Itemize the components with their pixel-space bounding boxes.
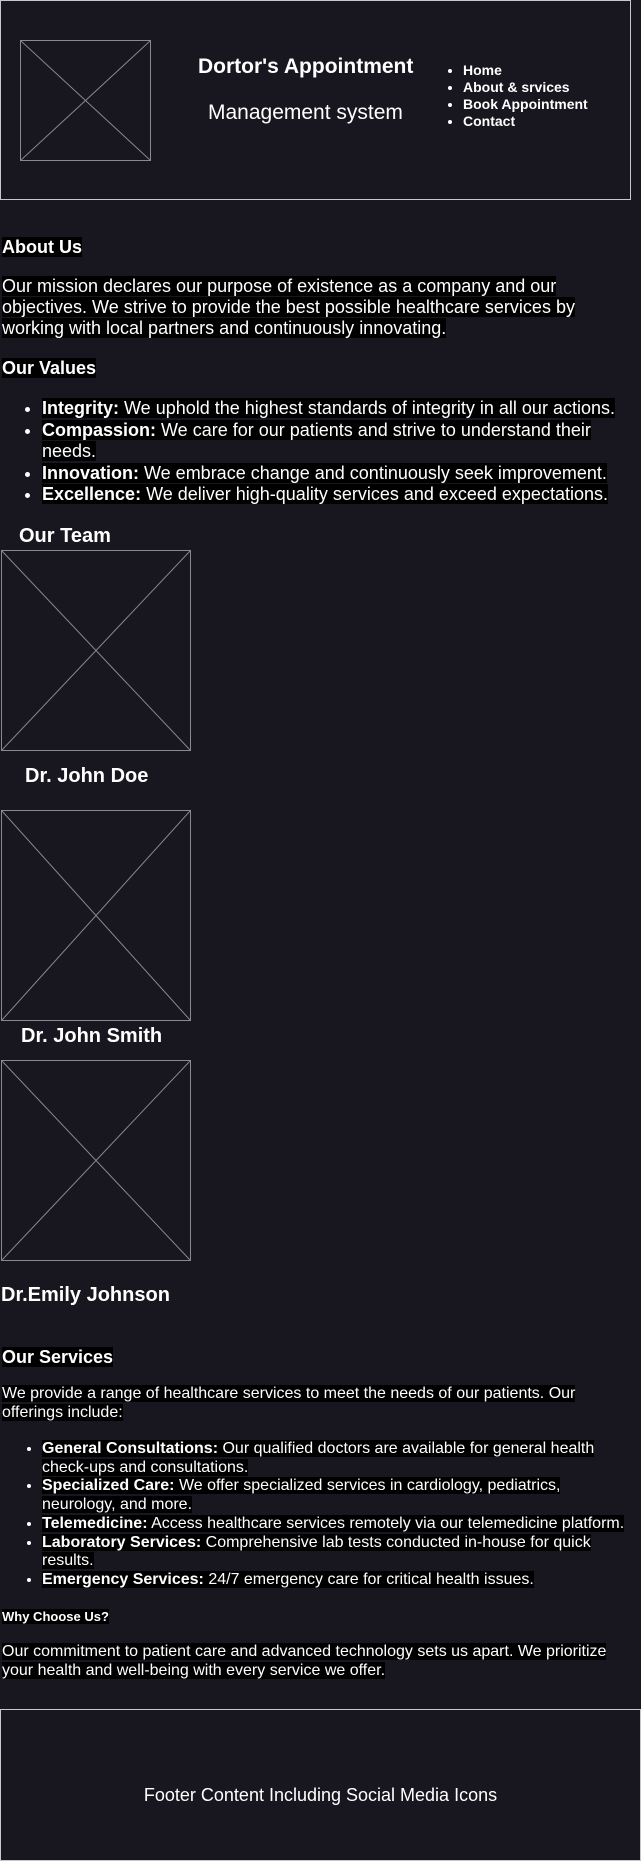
nav-home[interactable]: Home xyxy=(463,62,588,79)
doctor-photo-placeholder xyxy=(1,810,191,1021)
logo-placeholder-image xyxy=(20,40,151,161)
why-text: Our commitment to patient care and advan… xyxy=(2,1643,607,1679)
nav-contact[interactable]: Contact xyxy=(463,113,588,130)
nav-book-appointment[interactable]: Book Appointment xyxy=(463,96,588,113)
doctor-name: Dr. John Smith xyxy=(21,1025,163,1047)
doctor-photo-placeholder xyxy=(1,1060,191,1261)
nav-about-services[interactable]: About & srvices xyxy=(463,79,588,96)
main-nav: Home About & srvices Book Appointment Co… xyxy=(445,62,588,130)
site-subtitle: Management system xyxy=(208,101,403,124)
services-list: General Consultations: Our qualified doc… xyxy=(2,1440,632,1590)
services-intro: We provide a range of healthcare service… xyxy=(2,1385,576,1421)
site-title: Dortor's Appointment xyxy=(198,55,414,78)
site-header: Dortor's Appointment Management system H… xyxy=(0,0,631,200)
values-list: Integrity: We uphold the highest standar… xyxy=(2,398,627,506)
list-item: General Consultations: Our qualified doc… xyxy=(42,1440,632,1477)
site-footer: Footer Content Including Social Media Ic… xyxy=(0,1709,641,1861)
list-item: Telemedicine: Access healthcare services… xyxy=(42,1514,632,1534)
list-item: Specialized Care: We offer specialized s… xyxy=(42,1477,632,1514)
why-heading: Why Choose Us? xyxy=(2,1609,109,1624)
about-text: Our mission declares our purpose of exis… xyxy=(2,276,575,338)
list-item: Laboratory Services: Comprehensive lab t… xyxy=(42,1533,632,1571)
doctor-photo-placeholder xyxy=(1,550,191,751)
list-item: Excellence: We deliver high-quality serv… xyxy=(42,484,627,506)
services-heading: Our Services xyxy=(2,1347,114,1367)
list-item: Emergency Services: 24/7 emergency care … xyxy=(42,1570,632,1590)
doctor-name: Dr. John Doe xyxy=(25,765,149,787)
footer-text: Footer Content Including Social Media Ic… xyxy=(143,1785,498,1805)
list-item: Integrity: We uphold the highest standar… xyxy=(42,398,627,420)
doctor-name: Dr.Emily Johnson xyxy=(1,1284,170,1306)
values-heading: Our Values xyxy=(2,358,97,378)
team-heading: Our Team xyxy=(19,525,111,547)
about-heading: About Us xyxy=(2,237,82,257)
list-item: Innovation: We embrace change and contin… xyxy=(42,462,627,485)
list-item: Compassion: We care for our patients and… xyxy=(42,419,627,463)
